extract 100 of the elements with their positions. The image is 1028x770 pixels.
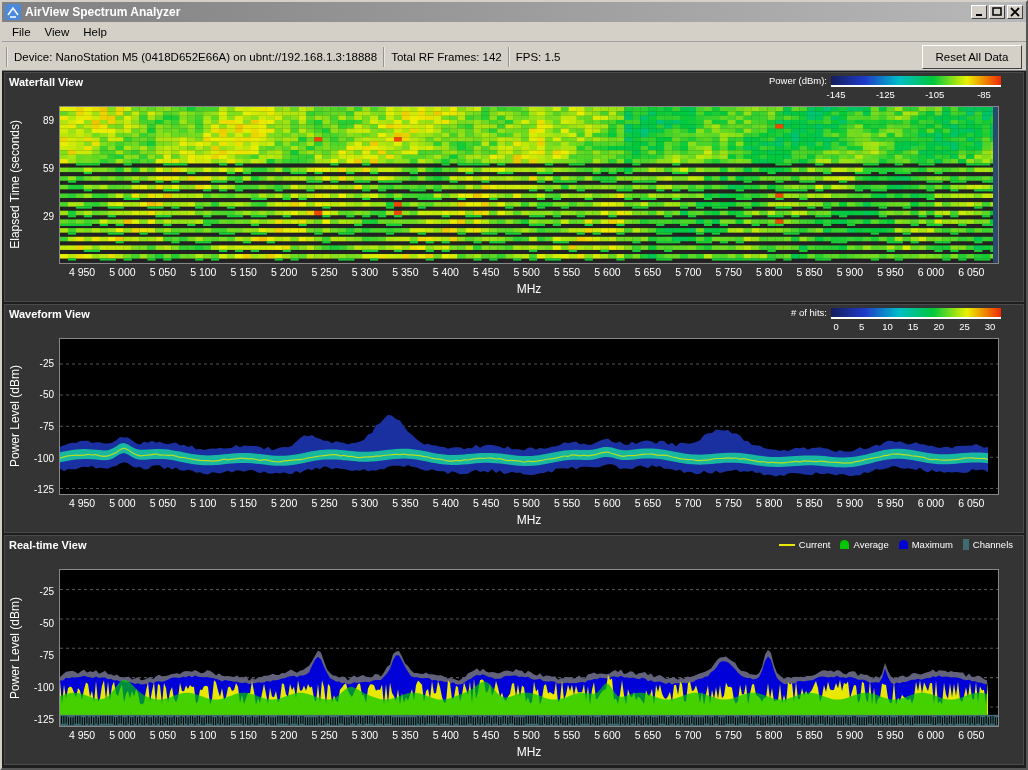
axis-label: 5 700 [675,729,702,741]
axis-label: 5 800 [756,497,783,510]
axis-label: 5 100 [190,729,217,741]
axis-label: 5 500 [513,497,540,510]
axis-label: 5 250 [311,729,338,741]
axis-label: 5 200 [271,497,298,510]
scale-label: 0 [833,320,839,332]
scale-label: -85 [977,89,991,100]
axis-label: 5 250 [311,497,338,510]
axis-label: 5 850 [796,729,823,741]
axis-label: 5 450 [473,265,500,278]
axis-label: 5 450 [473,729,500,741]
scale-label: -125 [875,89,895,100]
axis-label: 6 050 [958,729,985,741]
axis-label: 4 950 [68,265,96,278]
close-button[interactable] [1007,5,1023,19]
axis-label: 5 150 [230,497,257,510]
panel-title: Waterfall View [9,76,83,88]
menu-item[interactable]: File [6,25,39,38]
window-title: AirView Spectrum Analyzer [25,5,182,19]
legend-label: Channels [972,539,1013,551]
app-icon [5,4,21,20]
axis-label: 5 850 [796,497,823,510]
axis-label: 5 000 [109,729,136,741]
scale-label: 20 [933,320,945,332]
scale-label: 30 [984,320,996,332]
panel-title: Waveform View [9,307,90,320]
panel-title: Real-time View [9,539,87,552]
axis-label: 5 350 [392,265,419,278]
axis-label: 5 350 [392,729,419,741]
axis-label: 5 700 [675,265,702,278]
axis-label: 5 500 [513,729,540,741]
legend-label: Current [798,539,831,551]
scale-label: -145 [826,89,846,100]
axis-label: 4 950 [68,729,96,741]
axis-label: 5 500 [513,265,540,278]
axis-title: MHz [516,281,542,296]
axis-label: 5 450 [473,497,500,510]
axis-title: Power Level (dBm) [8,597,22,700]
axis-title: Power Level (dBm) [8,365,22,468]
minimize-button[interactable] [971,5,987,19]
scale-label: 10 [882,320,893,332]
axis-label: 5 900 [836,497,864,510]
axis-label: 5 300 [351,265,379,278]
axis-label: 5 750 [715,497,742,510]
minimize-icon [976,14,982,16]
legend-label: Average [853,539,889,551]
axis-label: 5 050 [149,497,176,510]
axis-label: 59 [42,162,54,174]
axis-label: 5 550 [553,497,581,510]
status-field: Device: NanoStation M5 (0418D652E66A) on ubnt://192.168.1.3:18888 [6,46,384,67]
axis-label: 6 050 [958,265,985,278]
menu-item[interactable]: View [38,25,78,38]
axis-label: 5 900 [836,729,864,741]
axis-label: 5 950 [877,265,904,278]
reset-button[interactable]: Reset All Data [922,44,1022,69]
scale-label: 5 [859,320,865,332]
legend-label: Maximum [911,539,953,551]
axis-label: 5 100 [190,497,217,510]
legend-label: Power (dBm): [768,76,827,86]
status-field: FPS: 1.5 [507,46,567,67]
axis-label: 5 600 [594,497,621,510]
axis-label: 5 650 [634,497,662,510]
axis-label: 5 050 [149,729,176,741]
axis-label: 5 550 [553,729,581,741]
axis-label: 5 550 [553,265,581,278]
axis-label: -100 [34,681,54,693]
axis-label: 6 000 [917,265,944,278]
axis-label: 5 750 [715,265,742,278]
scale-label: -105 [925,89,945,100]
axis-title: Elapsed Time (seconds) [8,120,22,250]
axis-label: 6 050 [958,497,985,510]
axis-label: 5 700 [675,497,702,510]
axis-label: 5 050 [149,265,176,278]
axis-label: 5 750 [715,729,742,741]
axis-label: 5 950 [877,729,904,741]
axis-label: 5 300 [351,729,379,741]
axis-label: 5 150 [230,265,257,278]
axis-label: 5 150 [230,729,257,741]
maximize-button[interactable] [989,5,1005,19]
axis-label: -125 [34,483,54,495]
scale-label: 25 [959,320,970,332]
axis-label: 5 300 [351,497,379,510]
axis-label: 5 250 [311,265,338,278]
axis-label: 5 650 [634,729,662,741]
axis-title: MHz [516,745,542,759]
axis-label: 5 850 [796,265,823,278]
axis-label: 5 200 [271,729,298,741]
axis-label: 5 350 [392,497,419,510]
axis-label: 5 400 [432,497,459,510]
axis-label: -100 [34,452,54,463]
axis-label: 5 200 [271,265,298,278]
scale-label: 15 [907,320,919,332]
status-field: Total RF Frames: 142 [383,46,508,67]
axis-label: -25 [39,585,54,597]
axis-label: 29 [42,210,54,222]
axis-title: MHz [516,513,542,528]
axis-label: -75 [39,420,54,432]
menu-item[interactable]: Help [77,25,115,38]
axis-label: -125 [34,713,54,725]
